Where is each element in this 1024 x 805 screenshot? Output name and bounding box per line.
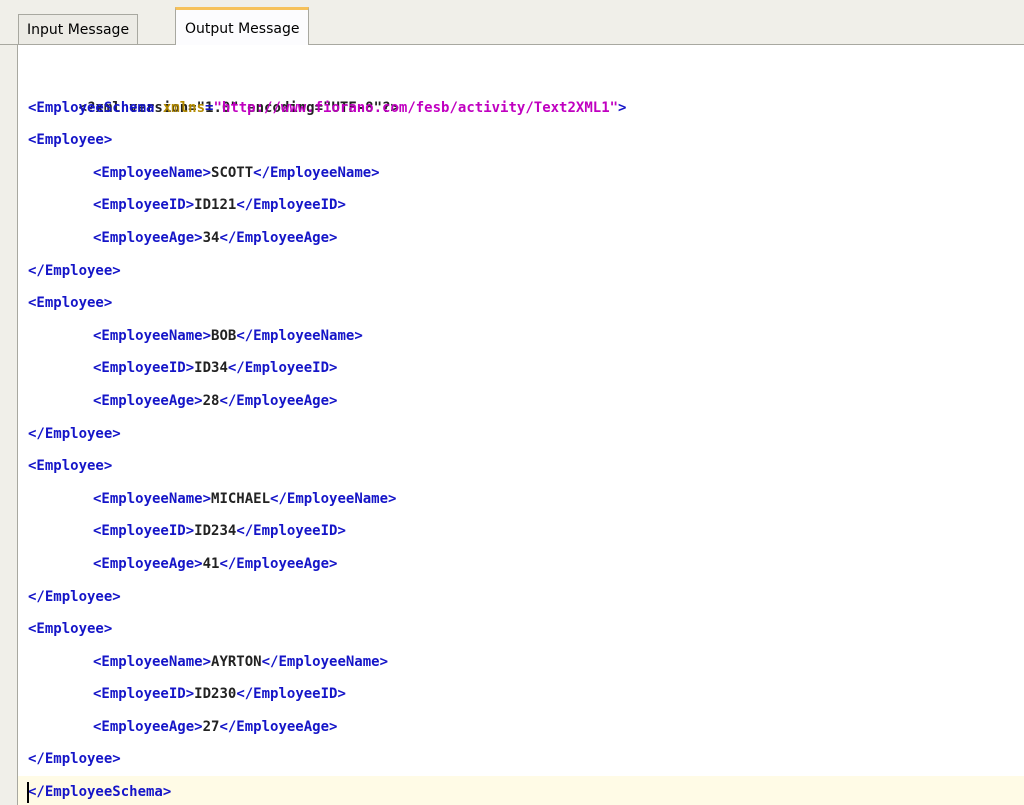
employee-name-line: <EmployeeName>BOB</EmployeeName> bbox=[18, 320, 1024, 353]
employee-id-line: <EmployeeID>ID230</EmployeeID> bbox=[18, 678, 1024, 711]
employee-id-value: ID121 bbox=[194, 197, 237, 214]
age-open-tag: <EmployeeAge> bbox=[93, 229, 203, 246]
name-close-tag: </EmployeeName> bbox=[270, 490, 397, 507]
employee-open-tag: <Employee> bbox=[28, 458, 113, 475]
age-open-tag: <EmployeeAge> bbox=[93, 392, 203, 409]
xml-declaration-line: <?xml version="1.0" encoding="UTF-8"?> bbox=[18, 59, 1024, 116]
employee-age-value: 34 bbox=[202, 229, 220, 246]
employee-age-value: 28 bbox=[202, 392, 220, 409]
employee-age-line: <EmployeeAge>41</EmployeeAge> bbox=[18, 548, 1024, 581]
age-close-tag: </EmployeeAge> bbox=[219, 555, 338, 572]
employee-name-value: BOB bbox=[211, 327, 237, 344]
id-close-tag: </EmployeeID> bbox=[236, 523, 346, 540]
message-tab-bar: Input Message Output Message bbox=[0, 0, 1024, 46]
employee-name-line: <EmployeeName>AYRTON</EmployeeName> bbox=[18, 646, 1024, 679]
employee-age-line: <EmployeeAge>27</EmployeeAge> bbox=[18, 711, 1024, 744]
age-close-tag: </EmployeeAge> bbox=[219, 718, 338, 735]
employee-id-line: <EmployeeID>ID34</EmployeeID> bbox=[18, 352, 1024, 385]
employee-close-tag: </Employee> bbox=[28, 588, 121, 605]
name-open-tag: <EmployeeName> bbox=[93, 164, 212, 181]
employee-open-tag: <Employee> bbox=[28, 621, 113, 638]
text-caret bbox=[27, 782, 29, 804]
root-close-tag: </EmployeeSchema> bbox=[28, 784, 172, 801]
employee-close-line: </Employee> bbox=[18, 255, 1024, 288]
age-close-tag: </EmployeeAge> bbox=[219, 392, 338, 409]
employee-name-value: AYRTON bbox=[211, 653, 262, 670]
age-close-tag: </EmployeeAge> bbox=[219, 229, 338, 246]
employee-open-line: <Employee> bbox=[18, 450, 1024, 483]
employee-open-line: <Employee> bbox=[18, 287, 1024, 320]
id-open-tag: <EmployeeID> bbox=[93, 197, 195, 214]
age-open-tag: <EmployeeAge> bbox=[93, 555, 203, 572]
xmlns-attribute: xmlns bbox=[162, 99, 206, 116]
employee-open-line: <Employee> bbox=[18, 613, 1024, 646]
employee-id-value: ID34 bbox=[194, 360, 228, 377]
root-close-line: </EmployeeSchema> bbox=[18, 776, 1024, 805]
employee-close-tag: </Employee> bbox=[28, 751, 121, 768]
name-open-tag: <EmployeeName> bbox=[93, 490, 212, 507]
name-close-tag: </EmployeeName> bbox=[236, 327, 363, 344]
employee-age-value: 41 bbox=[202, 555, 220, 572]
employee-name-value: SCOTT bbox=[211, 164, 254, 181]
employee-id-value: ID230 bbox=[194, 686, 237, 703]
employee-name-line: <EmployeeName>MICHAEL</EmployeeName> bbox=[18, 483, 1024, 516]
id-close-tag: </EmployeeID> bbox=[227, 360, 338, 377]
employee-age-line: <EmployeeAge>28</EmployeeAge> bbox=[18, 385, 1024, 418]
id-close-tag: </EmployeeID> bbox=[236, 197, 346, 214]
employee-name-value: MICHAEL bbox=[211, 490, 271, 507]
employee-age-value: 27 bbox=[202, 718, 220, 735]
id-open-tag: <EmployeeID> bbox=[93, 360, 195, 377]
employee-close-line: </Employee> bbox=[18, 743, 1024, 776]
root-open-line: <EmployeeSchema xmlns="http://www.fioran… bbox=[18, 92, 1024, 125]
employee-id-line: <EmployeeID>ID121</EmployeeID> bbox=[18, 189, 1024, 222]
employee-age-line: <EmployeeAge>34</EmployeeAge> bbox=[18, 222, 1024, 255]
id-close-tag: </EmployeeID> bbox=[236, 686, 346, 703]
name-close-tag: </EmployeeName> bbox=[261, 653, 389, 670]
name-close-tag: </EmployeeName> bbox=[253, 164, 380, 181]
name-open-tag: <EmployeeName> bbox=[93, 653, 212, 670]
employee-close-line: </Employee> bbox=[18, 581, 1024, 614]
employee-id-line: <EmployeeID>ID234</EmployeeID> bbox=[18, 515, 1024, 548]
employee-name-line: <EmployeeName>SCOTT</EmployeeName> bbox=[18, 157, 1024, 190]
xml-editor[interactable]: <?xml version="1.0" encoding="UTF-8"?> <… bbox=[17, 45, 1024, 805]
root-open-bracket: > bbox=[618, 99, 627, 116]
name-open-tag: <EmployeeName> bbox=[93, 327, 212, 344]
employee-open-line: <Employee> bbox=[18, 124, 1024, 157]
employee-close-tag: </Employee> bbox=[28, 262, 121, 279]
employee-id-value: ID234 bbox=[194, 523, 237, 540]
employee-close-tag: </Employee> bbox=[28, 425, 121, 442]
xmlns-value: "http://www.fiorano.com/fesb/activity/Te… bbox=[213, 99, 619, 116]
tab-input-message[interactable]: Input Message bbox=[18, 14, 139, 45]
tab-output-message[interactable]: Output Message bbox=[175, 7, 310, 46]
xml-viewer-window: Input Message Output Message <?xml versi… bbox=[0, 0, 1024, 805]
employee-open-tag: <Employee> bbox=[28, 295, 113, 312]
root-open-tag: <EmployeeSchema bbox=[28, 99, 155, 116]
employee-open-tag: <Employee> bbox=[28, 132, 113, 149]
id-open-tag: <EmployeeID> bbox=[93, 686, 195, 703]
id-open-tag: <EmployeeID> bbox=[93, 523, 195, 540]
employee-close-line: </Employee> bbox=[18, 418, 1024, 451]
age-open-tag: <EmployeeAge> bbox=[93, 718, 203, 735]
